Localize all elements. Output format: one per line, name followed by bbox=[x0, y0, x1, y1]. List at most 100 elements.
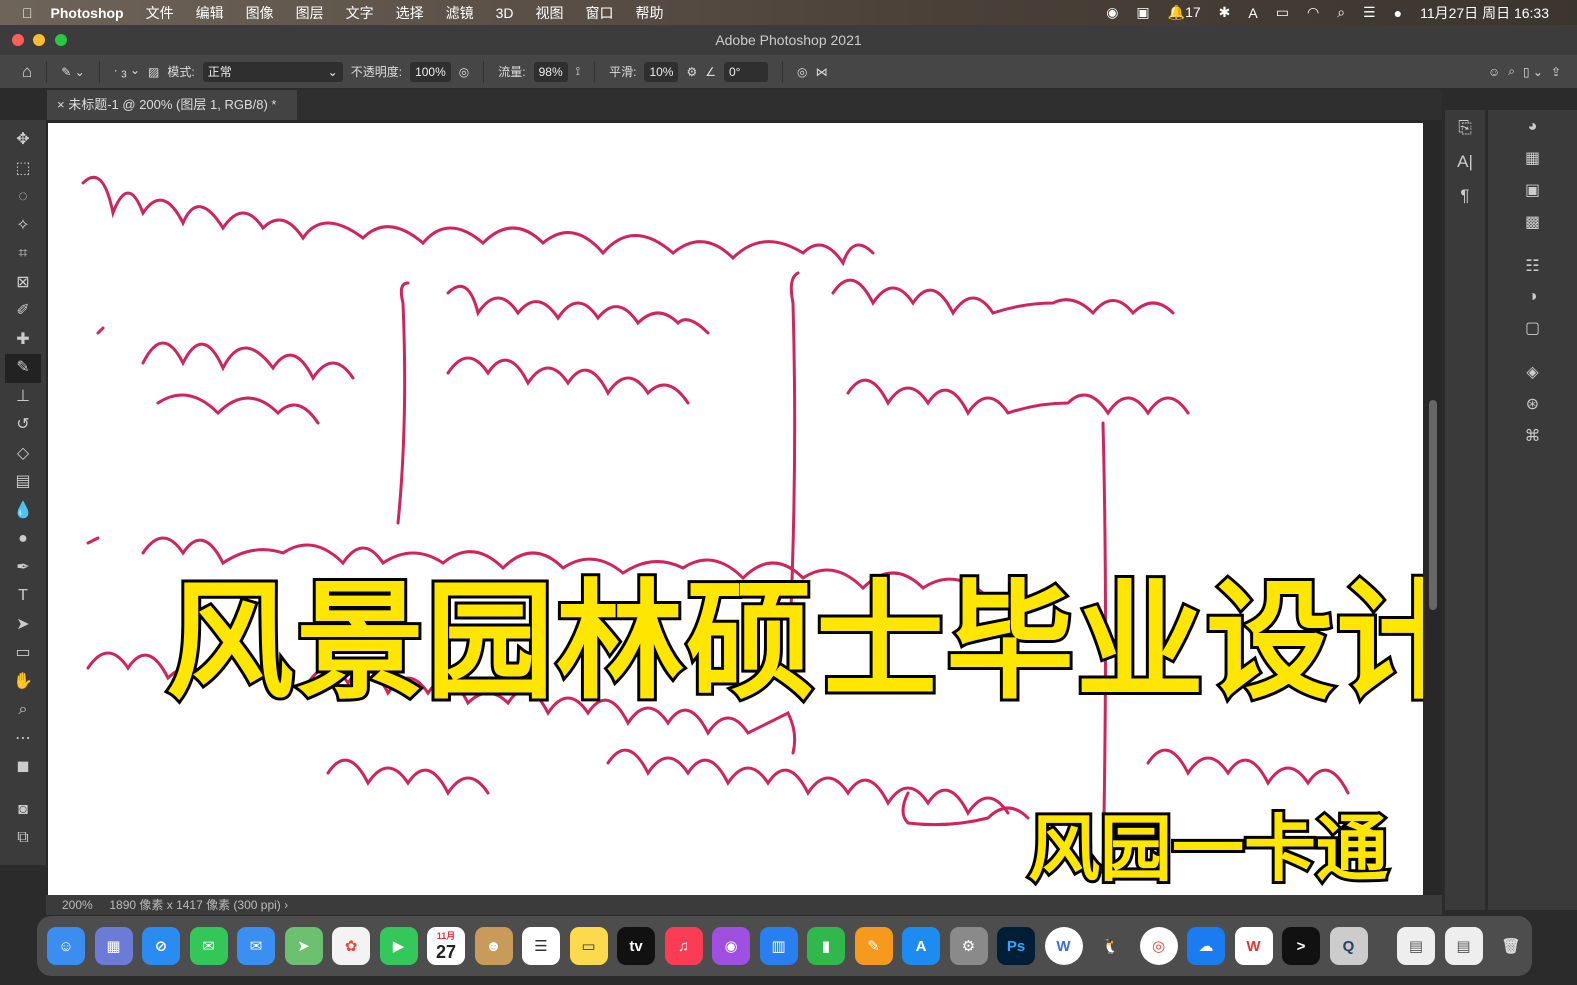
healing-tool-icon[interactable]: ✚ bbox=[16, 326, 29, 355]
mail-icon[interactable]: ✉ bbox=[237, 927, 275, 965]
apple-icon[interactable]:  bbox=[22, 5, 33, 21]
wps-office-icon[interactable]: W bbox=[1234, 927, 1273, 965]
menu-select[interactable]: 选择 bbox=[396, 3, 424, 23]
close-button[interactable] bbox=[12, 34, 24, 46]
swatches-panel-icon[interactable]: ▦ bbox=[1525, 148, 1540, 168]
photos-icon[interactable]: ✿ bbox=[332, 927, 370, 965]
magic-wand-tool-icon[interactable]: ✧ bbox=[16, 212, 29, 241]
channels-panel-icon[interactable]: ⊛ bbox=[1526, 394, 1539, 414]
document-thumbnail-icon[interactable]: ▤ bbox=[1397, 927, 1435, 965]
frame-tool-icon[interactable]: ⊠ bbox=[16, 269, 29, 298]
dodge-tool-icon[interactable]: ● bbox=[18, 525, 28, 554]
brush-size-picker[interactable]: · 3 ⌄ bbox=[114, 63, 140, 80]
facetime-icon[interactable]: ▶ bbox=[379, 927, 418, 965]
messages-icon[interactable]: ✉ bbox=[189, 927, 228, 965]
pages-icon[interactable]: ✎ bbox=[854, 927, 893, 965]
share-icon[interactable]: ⇪ bbox=[1551, 65, 1561, 79]
notification-icon[interactable]: 🔔17 bbox=[1168, 4, 1201, 21]
siri-icon[interactable]: ● bbox=[1394, 5, 1402, 21]
control-center-icon[interactable]: ☰ bbox=[1363, 4, 1376, 21]
crop-tool-icon[interactable]: ⌗ bbox=[18, 240, 27, 269]
input-method-icon[interactable]: A bbox=[1248, 5, 1257, 21]
menu-edit[interactable]: 编辑 bbox=[196, 3, 224, 23]
launchpad-icon[interactable]: ▦ bbox=[94, 927, 133, 965]
styles-panel-icon[interactable]: ◑ bbox=[1528, 288, 1538, 306]
apple-tv-icon[interactable]: tv bbox=[617, 927, 655, 965]
adjustments-panel-icon[interactable]: ☷ bbox=[1525, 256, 1539, 276]
qq-icon[interactable]: 🐧 bbox=[1092, 927, 1130, 965]
document-tab[interactable]: × 未标题-1 @ 200% (图层 1, RGB/8) * bbox=[47, 90, 297, 120]
layers-panel-icon[interactable]: ◈ bbox=[1526, 362, 1538, 382]
trash-icon[interactable]: 🗑 bbox=[1492, 927, 1530, 965]
workspace-icon[interactable]: ▯ ⌄ bbox=[1523, 65, 1543, 79]
smooth-input[interactable]: 10% bbox=[644, 61, 679, 82]
menu-image[interactable]: 图像 bbox=[246, 3, 274, 23]
finder-icon[interactable]: ☺ bbox=[47, 927, 85, 965]
paragraph-panel-icon[interactable]: ¶ bbox=[1460, 186, 1469, 206]
wifi-icon[interactable]: ◠ bbox=[1307, 4, 1319, 21]
chrome-icon[interactable]: ◎ bbox=[1139, 927, 1178, 965]
angle-input[interactable]: 0° bbox=[724, 61, 768, 82]
marquee-tool-icon[interactable]: ⬚ bbox=[15, 155, 30, 184]
keynote-icon[interactable]: ▥ bbox=[759, 927, 798, 965]
menu-app[interactable]: Photoshop bbox=[51, 5, 124, 21]
smoothing-gear-icon[interactable]: ⚙ bbox=[686, 65, 697, 79]
type-tool-icon[interactable]: T bbox=[18, 582, 28, 611]
menu-window[interactable]: 窗口 bbox=[586, 3, 614, 23]
gradients-panel-icon[interactable]: ▣ bbox=[1525, 180, 1540, 200]
music-icon[interactable]: ♫ bbox=[664, 927, 703, 965]
share-user-icon[interactable]: ☺ bbox=[1488, 65, 1500, 79]
wps-icon[interactable]: ▣ bbox=[1136, 4, 1149, 21]
airbrush-icon[interactable]: ⟟ bbox=[576, 64, 580, 79]
app-store-icon[interactable]: A bbox=[902, 927, 940, 965]
eraser-tool-icon[interactable]: ◇ bbox=[17, 440, 29, 469]
quicktime-icon[interactable]: Q bbox=[1329, 927, 1368, 965]
symmetry-icon[interactable]: ⋈ bbox=[815, 65, 827, 79]
character-panel-icon[interactable]: A| bbox=[1457, 152, 1473, 172]
menu-help[interactable]: 帮助 bbox=[636, 3, 664, 23]
pressure-opacity-icon[interactable]: ◎ bbox=[459, 65, 469, 79]
pen-tool-icon[interactable]: ✒ bbox=[16, 554, 29, 583]
baidu-netdisk-icon[interactable]: ☁ bbox=[1187, 927, 1225, 965]
calendar-icon[interactable]: 11月 27 bbox=[427, 927, 465, 965]
lasso-tool-icon[interactable]: ◌ bbox=[18, 183, 28, 212]
history-brush-icon[interactable]: ↺ bbox=[16, 411, 29, 440]
bluetooth-icon[interactable]: ✱ bbox=[1219, 4, 1231, 21]
gradient-tool-icon[interactable]: ▤ bbox=[15, 468, 30, 497]
vertical-scrollbar[interactable] bbox=[1429, 400, 1437, 610]
downloads-icon[interactable]: ▤ bbox=[1444, 927, 1483, 965]
zoom-button[interactable] bbox=[55, 34, 67, 46]
search-icon[interactable]: ⌕ bbox=[1508, 64, 1515, 79]
battery-icon[interactable]: ▭ bbox=[1276, 4, 1289, 21]
mode-select[interactable]: 正常 ⌄ bbox=[202, 61, 343, 82]
reminders-icon[interactable]: ☰ bbox=[522, 927, 560, 965]
minimize-button[interactable] bbox=[33, 34, 45, 46]
contacts-icon[interactable]: ☻ bbox=[474, 927, 513, 965]
spotlight-icon[interactable]: ⌕ bbox=[1337, 4, 1345, 21]
menu-layer[interactable]: 图层 bbox=[296, 3, 324, 23]
rectangle-tool-icon[interactable]: ▭ bbox=[15, 639, 30, 668]
numbers-icon[interactable]: ▮ bbox=[807, 927, 845, 965]
patterns-panel-icon[interactable]: ▩ bbox=[1525, 212, 1540, 232]
brush-tool-preset-icon[interactable]: ✎ ⌄ bbox=[61, 65, 84, 79]
close-tab-icon[interactable]: × bbox=[57, 97, 68, 112]
blur-tool-icon[interactable]: 💧 bbox=[13, 497, 33, 526]
menu-filter[interactable]: 滤镜 bbox=[446, 3, 474, 23]
system-preferences-icon[interactable]: ⚙ bbox=[949, 927, 988, 965]
home-icon[interactable]: ⌂ bbox=[22, 62, 32, 82]
menu-file[interactable]: 文件 bbox=[146, 3, 174, 23]
stamp-tool-icon[interactable]: ⊥ bbox=[16, 383, 30, 412]
record-icon[interactable]: ◉ bbox=[1106, 4, 1118, 21]
more-tools-icon[interactable]: ⋯ bbox=[15, 725, 31, 754]
screen-mode-icon[interactable]: ⧉ bbox=[17, 824, 28, 853]
wps-dock-icon[interactable]: W bbox=[1044, 927, 1083, 965]
safari-icon[interactable]: ⊘ bbox=[142, 927, 180, 965]
move-tool-icon[interactable]: ✥ bbox=[16, 126, 29, 155]
zoom-tool-icon[interactable]: ⌕ bbox=[19, 696, 28, 725]
paths-panel-icon[interactable]: ⌘ bbox=[1525, 426, 1541, 446]
podcasts-icon[interactable]: ◉ bbox=[712, 927, 750, 965]
pressure-size-icon[interactable]: ◎ bbox=[797, 65, 807, 79]
flow-input[interactable]: 98% bbox=[533, 61, 568, 82]
opacity-input[interactable]: 100% bbox=[410, 61, 451, 82]
document-dimensions[interactable]: 1890 像素 x 1417 像素 (300 ppi) bbox=[109, 898, 280, 912]
